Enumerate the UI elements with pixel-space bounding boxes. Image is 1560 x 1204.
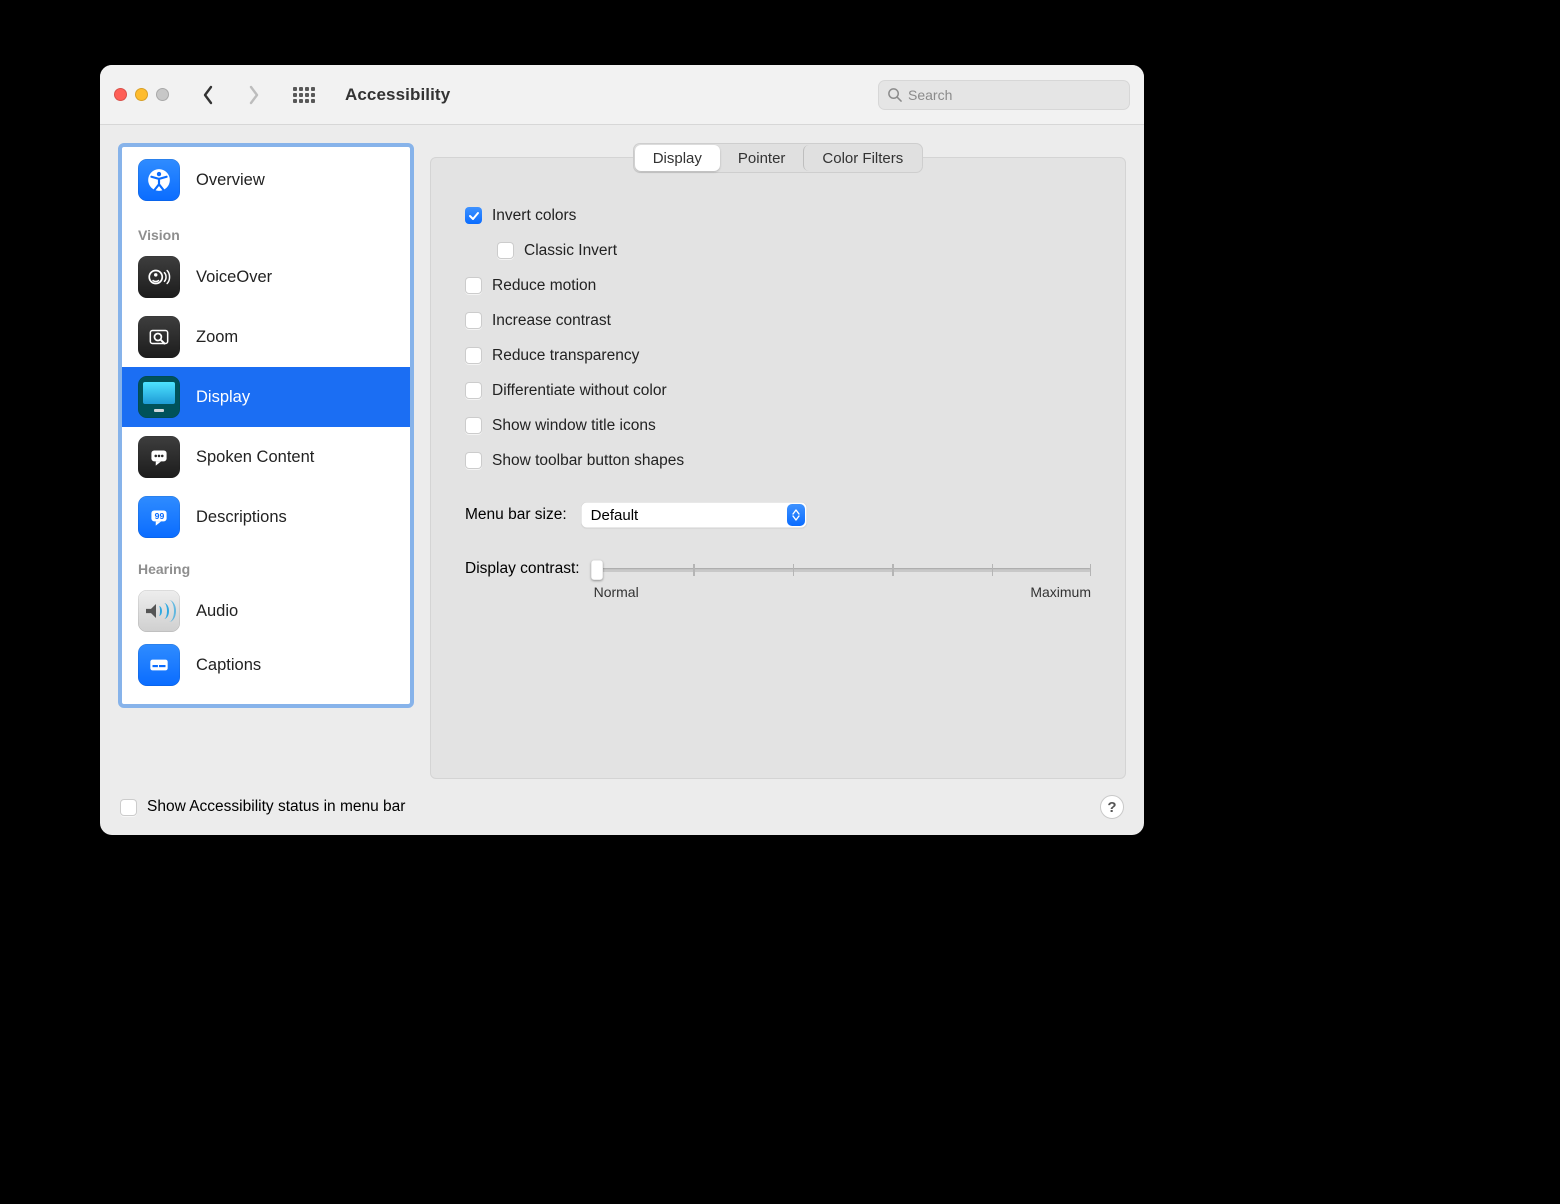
accessibility-icon [138,159,180,201]
sidebar-item-display[interactable]: Display [122,367,410,427]
checkbox-icon [465,382,482,399]
tab-display[interactable]: Display [635,145,720,171]
help-button[interactable]: ? [1100,795,1124,819]
sidebar-item-audio[interactable]: Audio [122,581,410,641]
zoom-icon [138,316,180,358]
checkbox-label: Show toolbar button shapes [492,452,684,470]
body: Overview Vision VoiceOver Zoom [100,125,1144,789]
sidebar-item-descriptions[interactable]: 99 Descriptions [122,487,410,547]
checkbox-label: Increase contrast [492,312,611,330]
sidebar-item-captions[interactable]: Captions [122,641,410,689]
checkbox-increase-contrast[interactable]: Increase contrast [465,303,1091,338]
tab-color-filters[interactable]: Color Filters [803,145,921,171]
checkbox-icon [465,452,482,469]
sidebar-item-zoom[interactable]: Zoom [122,307,410,367]
menu-bar-size-label: Menu bar size: [465,506,567,524]
voiceover-icon [138,256,180,298]
close-window-button[interactable] [114,88,127,101]
checkbox-toolbar-button-shapes[interactable]: Show toolbar button shapes [465,443,1091,478]
sidebar-item-label: Captions [196,656,261,675]
status-menubar-label: Show Accessibility status in menu bar [147,798,405,816]
checkbox-label: Classic Invert [524,242,617,260]
spoken-content-icon [138,436,180,478]
sidebar-item-label: Zoom [196,328,238,347]
checkbox-icon [465,277,482,294]
minimize-window-button[interactable] [135,88,148,101]
checkbox-label: Differentiate without color [492,382,667,400]
display-contrast-slider[interactable] [594,560,1091,578]
tab-label: Pointer [738,150,786,167]
zoom-window-button[interactable] [156,88,169,101]
captions-icon [138,644,180,686]
checkbox-icon [465,207,482,224]
menu-bar-size-select[interactable]: Default [581,502,807,528]
display-contrast-label: Display contrast: [465,560,580,578]
checkbox-icon [465,417,482,434]
section-header-hearing: Hearing [122,547,410,581]
main-panel: Display Pointer Color Filters Invert col… [430,143,1126,779]
tab-label: Color Filters [822,150,903,167]
sidebar-item-overview[interactable]: Overview [122,147,410,213]
select-value: Default [591,507,639,524]
forward-button[interactable] [237,80,271,110]
slider-min-label: Normal [594,584,639,600]
sidebar-item-label: VoiceOver [196,268,272,287]
checkbox-label: Show window title icons [492,417,656,435]
checkbox-label: Reduce transparency [492,347,639,365]
section-header-vision: Vision [122,213,410,247]
checkbox-icon [465,312,482,329]
tab-pointer[interactable]: Pointer [720,145,804,171]
checkbox-reduce-transparency[interactable]: Reduce transparency [465,338,1091,373]
sidebar-item-label: Descriptions [196,508,287,527]
svg-text:99: 99 [155,511,165,521]
checkbox-window-title-icons[interactable]: Show window title icons [465,408,1091,443]
titlebar: Accessibility Search [100,65,1144,125]
display-icon [138,376,180,418]
slider-max-label: Maximum [1030,584,1091,600]
preferences-window: Accessibility Search Overview Vision [100,65,1144,835]
checkbox-label: Reduce motion [492,277,596,295]
checkbox-icon [465,347,482,364]
sidebar-item-label: Display [196,388,250,407]
sidebar-item-label: Overview [196,171,265,190]
back-button[interactable] [191,80,225,110]
search-placeholder: Search [908,87,952,103]
checkbox-classic-invert[interactable]: Classic Invert [465,233,1091,268]
audio-icon [138,590,180,632]
sidebar-item-spoken-content[interactable]: Spoken Content [122,427,410,487]
select-stepper-icon [787,504,805,526]
search-field[interactable]: Search [878,80,1130,110]
checkbox-label: Invert colors [492,207,576,225]
sidebar-item-label: Audio [196,602,238,621]
checkbox-differentiate-without-color[interactable]: Differentiate without color [465,373,1091,408]
window-title: Accessibility [345,85,450,105]
tab-label: Display [653,150,702,167]
checkbox-invert-colors[interactable]: Invert colors [465,198,1091,233]
settings-panel: Invert colors Classic Invert Reduce moti… [430,157,1126,779]
checkbox-reduce-motion[interactable]: Reduce motion [465,268,1091,303]
checkbox-status-menubar[interactable] [120,799,137,816]
slider-knob[interactable] [591,560,603,580]
descriptions-icon: 99 [138,496,180,538]
show-all-button[interactable] [289,80,319,110]
category-sidebar[interactable]: Overview Vision VoiceOver Zoom [118,143,414,708]
footer: Show Accessibility status in menu bar ? [100,789,1144,835]
checkbox-icon [497,242,514,259]
tab-group: Display Pointer Color Filters [633,143,924,173]
window-controls [114,88,169,101]
sidebar-item-label: Spoken Content [196,448,314,467]
sidebar-item-voiceover[interactable]: VoiceOver [122,247,410,307]
search-icon [887,87,902,102]
